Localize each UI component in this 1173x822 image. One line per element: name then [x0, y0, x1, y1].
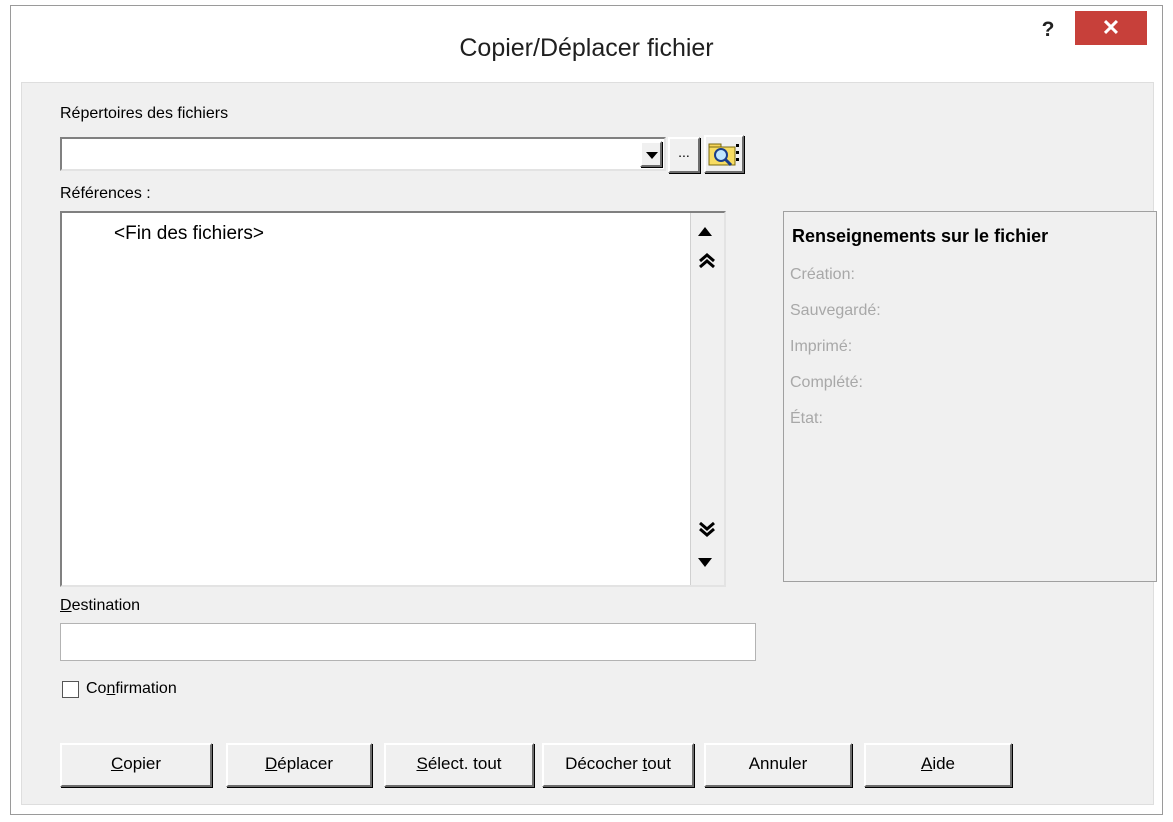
file-info-printed: Imprimé:	[790, 338, 853, 355]
list-item[interactable]: <Fin des fichiers>	[114, 223, 264, 245]
title-bar: Copier/Déplacer fichier ? ✕	[11, 6, 1162, 82]
destination-label: Destination	[60, 597, 141, 614]
dialog-window: Copier/Déplacer fichier ? ✕ Répertoires …	[10, 5, 1163, 815]
help-dialog-button[interactable]: Aide	[864, 743, 1012, 787]
references-label: Références :	[60, 185, 151, 202]
select-all-button[interactable]: Sélect. tout	[384, 743, 534, 787]
close-icon: ✕	[1101, 15, 1121, 40]
folder-search-icon	[708, 143, 739, 167]
cancel-button[interactable]: Annuler	[704, 743, 852, 787]
confirmation-checkbox[interactable]	[62, 681, 79, 698]
page-down-button[interactable]	[695, 519, 719, 543]
file-info-completed: Complété:	[790, 374, 863, 391]
help-button[interactable]: ?	[1023, 12, 1073, 48]
browse-directories-button[interactable]: ...	[668, 137, 700, 173]
file-info-panel: Renseignements sur le fichier Création: …	[783, 211, 1157, 582]
move-button[interactable]: Déplacer	[226, 743, 372, 787]
file-info-state: État:	[790, 410, 823, 427]
close-button[interactable]: ✕	[1075, 11, 1147, 45]
chevron-down-icon	[646, 152, 658, 159]
directories-label: Répertoires des fichiers	[60, 105, 229, 122]
copy-button[interactable]: Copier	[60, 743, 212, 787]
references-scrollbar[interactable]	[690, 213, 724, 585]
scroll-up-button[interactable]	[695, 221, 719, 245]
destination-input[interactable]	[60, 623, 756, 661]
dialog-body: Répertoires des fichiers ... Références …	[21, 82, 1157, 805]
file-info-saved: Sauvegardé:	[790, 302, 881, 319]
uncheck-all-button[interactable]: Décocher tout	[542, 743, 694, 787]
file-info-creation: Création:	[790, 266, 855, 283]
folder-search-button[interactable]	[704, 135, 744, 173]
double-chevron-up-icon	[695, 251, 719, 277]
dialog-title: Copier/Déplacer fichier	[459, 34, 714, 62]
page-up-button[interactable]	[695, 251, 719, 275]
references-list[interactable]: <Fin des fichiers>	[60, 211, 726, 587]
confirmation-label[interactable]: Confirmation	[86, 680, 177, 698]
arrow-up-icon	[698, 227, 712, 236]
double-chevron-down-icon	[695, 519, 719, 545]
arrow-down-icon	[698, 558, 712, 567]
file-info-title: Renseignements sur le fichier	[792, 226, 1049, 246]
scroll-down-button[interactable]	[695, 551, 719, 575]
directories-combobox[interactable]	[60, 137, 666, 171]
directories-dropdown-button[interactable]	[640, 141, 662, 167]
